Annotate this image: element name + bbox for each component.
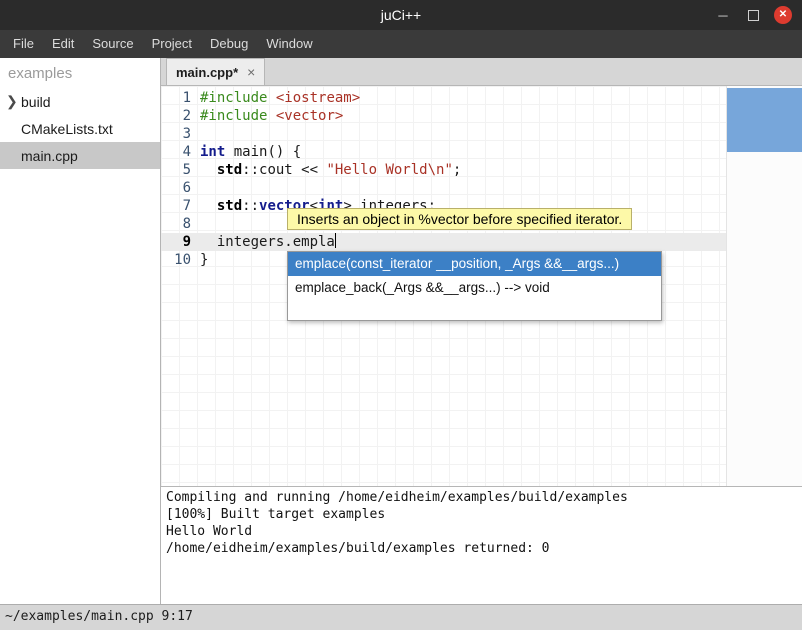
menu-bar: FileEditSourceProjectDebugWindow [0,30,802,58]
restore-button[interactable] [738,0,768,30]
menu-item-file[interactable]: File [4,30,43,58]
line-number: 7 [161,197,200,215]
text-cursor [335,233,337,248]
code-line-4: 4int main() { [161,143,726,161]
tree-item-main-cpp[interactable]: main.cpp [0,142,160,169]
line-number: 8 [161,215,200,233]
status-path: ~/examples/main.cpp 9:17 [5,609,193,624]
overview-map [726,86,802,486]
terminal-line-2: Hello World [166,523,797,540]
line-number: 6 [161,179,200,197]
file-name: CMakeLists.txt [21,121,113,137]
code-text: integers.empla [200,233,726,251]
line-number: 4 [161,143,200,161]
line-number: 2 [161,107,200,125]
menu-item-debug[interactable]: Debug [201,30,257,58]
code-text: #include <vector> [200,107,726,125]
tree-item-build[interactable]: ❯build [0,88,160,115]
terminal-output[interactable]: Compiling and running /home/eidheim/exam… [161,486,802,604]
tab-bar: main.cpp* × [161,58,802,86]
tab-close-icon[interactable]: × [247,64,255,80]
line-number: 1 [161,89,200,107]
terminal-line-3: /home/eidheim/examples/build/examples re… [166,540,797,557]
completion-item-0[interactable]: emplace(const_iterator __position, _Args… [288,252,661,276]
code-text: #include <iostream> [200,89,726,107]
tab-label: main.cpp* [176,65,238,80]
sidebar: examples ❯build CMakeLists.txt main.cpp [0,58,161,604]
code-line-2: 2#include <vector> [161,107,726,125]
map-slider[interactable] [727,88,802,152]
close-button[interactable]: ✕ [768,0,798,30]
terminal-line-1: [100%] Built target examples [166,506,797,523]
code-line-6: 6 [161,179,726,197]
status-bar: ~/examples/main.cpp 9:17 [0,604,802,630]
code-text: std::cout << "Hello World\n"; [200,161,726,179]
code-line-1: 1#include <iostream> [161,89,726,107]
minimize-icon: ─ [718,9,727,22]
chevron-right-icon[interactable]: ❯ [6,93,21,110]
terminal-line-0: Compiling and running /home/eidheim/exam… [166,489,797,506]
code-text: int main() { [200,143,726,161]
title-bar: juCi++ ─ ✕ [0,0,802,30]
window-title: juCi++ [0,0,802,30]
code-line-3: 3 [161,125,726,143]
menu-item-source[interactable]: Source [83,30,142,58]
code-text [200,125,726,143]
completion-item-1[interactable]: emplace_back(_Args &&__args...) --> void [288,276,661,300]
line-number: 10 [161,251,200,269]
restore-icon [748,10,759,21]
close-icon: ✕ [774,6,792,24]
code-line-9: 9 integers.empla [161,233,726,251]
code-line-5: 5 std::cout << "Hello World\n"; [161,161,726,179]
menu-item-window[interactable]: Window [257,30,321,58]
tree-item-cmakelists-txt[interactable]: CMakeLists.txt [0,115,160,142]
menu-item-project[interactable]: Project [143,30,201,58]
doc-tooltip: Inserts an object in %vector before spec… [287,208,632,230]
code-text [200,179,726,197]
file-tree: ❯build CMakeLists.txt main.cpp [0,88,160,169]
line-number: 9 [161,233,200,251]
completion-popup: emplace(const_iterator __position, _Args… [287,251,662,321]
project-name: examples [0,58,160,88]
line-number: 5 [161,161,200,179]
window-controls: ─ ✕ [708,0,798,30]
app-window: juCi++ ─ ✕ FileEditSourceProjectDebugWin… [0,0,802,630]
menu-item-edit[interactable]: Edit [43,30,83,58]
file-name: main.cpp [21,148,78,164]
line-number: 3 [161,125,200,143]
tab-main-cpp[interactable]: main.cpp* × [166,58,265,85]
minimize-button[interactable]: ─ [708,0,738,30]
file-name: build [21,94,51,110]
